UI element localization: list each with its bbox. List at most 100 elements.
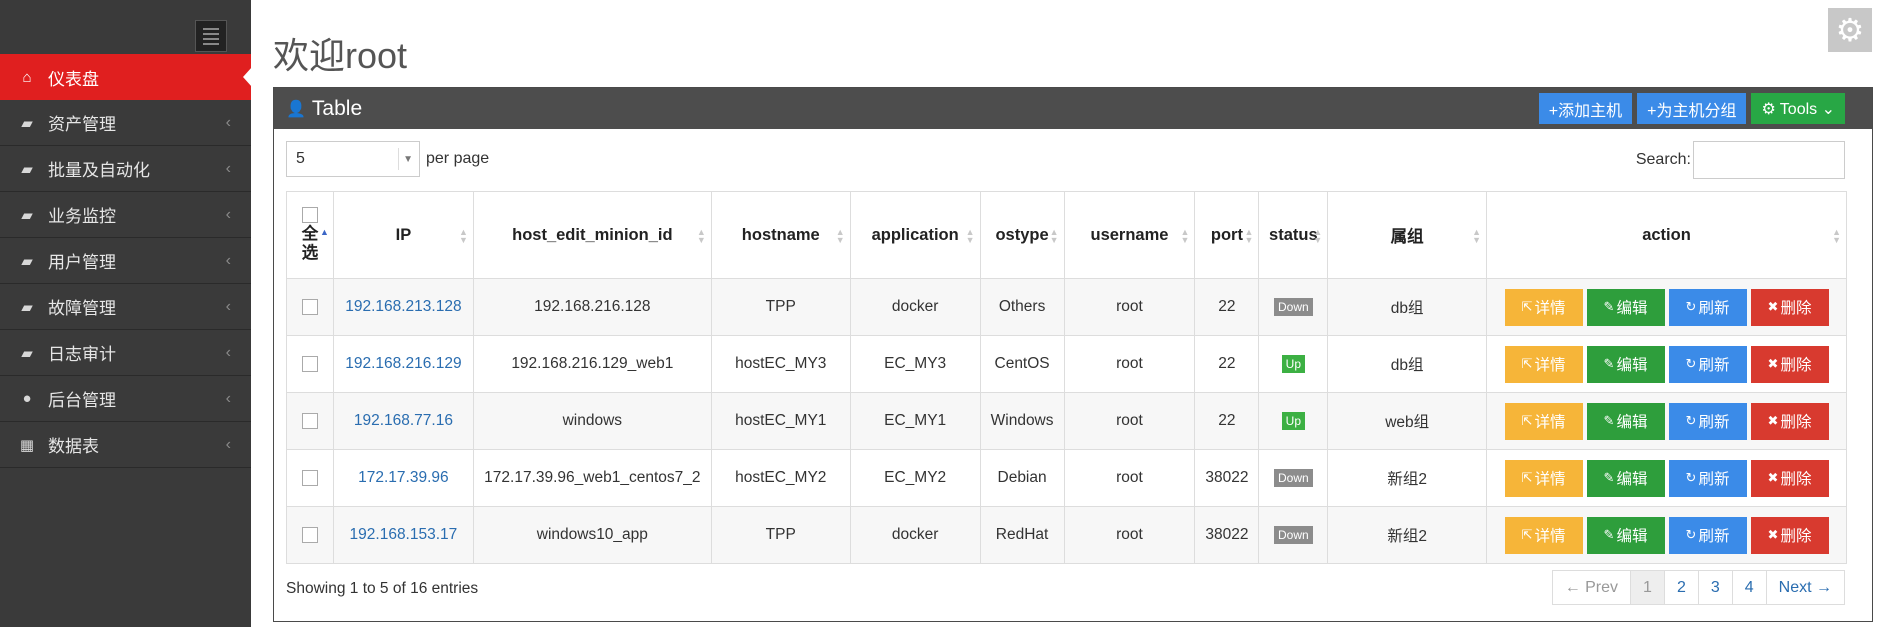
username-cell: root [1063, 392, 1196, 450]
group-host-button[interactable]: +为主机分组 [1637, 93, 1747, 124]
edit-button[interactable]: ✎ 编辑 [1586, 516, 1665, 554]
column-header[interactable]: hostname ▲ ▼ [710, 191, 851, 279]
page-button[interactable]: 3 [1699, 571, 1733, 604]
delete-button[interactable]: ✖ 删除 [1750, 402, 1829, 440]
edit-label: 编辑 [1616, 300, 1648, 317]
add-host-button[interactable]: +添加主机 [1538, 93, 1633, 124]
column-header-label: status [1269, 225, 1318, 244]
edit-label: 编辑 [1616, 471, 1648, 488]
action-cell: ⇱ 详情 ✎ 编辑 ↻ 刷新 ✖ 删除 [1486, 335, 1847, 393]
close-icon: ✖ [1767, 356, 1779, 371]
ip-link[interactable]: 192.168.216.129 [345, 355, 461, 372]
grid-icon: ▦ [19, 436, 35, 454]
refresh-button[interactable]: ↻ 刷新 [1668, 459, 1747, 497]
page-size-value: 5 [296, 150, 305, 167]
group-cell: 新组2 [1327, 506, 1488, 564]
column-header[interactable]: host_edit_minion_id ▲ ▼ [472, 191, 712, 279]
menu-icon-line [203, 37, 219, 40]
row-checkbox[interactable] [301, 355, 318, 372]
sort-icon: ▲ ▼ [1244, 227, 1254, 245]
detail-button[interactable]: ⇱ 详情 [1504, 288, 1583, 326]
page-size-select[interactable]: 5 ▼ [286, 141, 420, 177]
panel-header-buttons: +添加主机 +为主机分组 ⚙ Tools ⌄ [1538, 93, 1845, 124]
column-header[interactable]: port ▲ ▼ [1194, 191, 1260, 279]
hosts-table: 全选 ▲ IP ▲ ▼ host_edit_minion_id ▲ ▼ hostname ▲ ▼ ap… [286, 191, 1847, 564]
refresh-button[interactable]: ↻ 刷新 [1668, 402, 1747, 440]
refresh-icon: ↻ [1685, 527, 1697, 542]
column-header[interactable]: ostype ▲ ▼ [979, 191, 1065, 279]
hostname-cell: hostEC_MY3 [710, 335, 851, 393]
ip-link[interactable]: 192.168.77.16 [354, 412, 453, 429]
delete-label: 删除 [1780, 528, 1812, 545]
page-button[interactable]: 2 [1665, 571, 1699, 604]
refresh-icon: ↻ [1685, 470, 1697, 485]
column-header[interactable]: application ▲ ▼ [849, 191, 981, 279]
tools-dropdown-button[interactable]: ⚙ Tools ⌄ [1751, 93, 1845, 124]
sidebar: ⌂ 仪表盘 ▰ 资产管理 ‹ ▰ 批量及自动化 ‹ ▰ 业务监控 ‹ ▰ 用户管理 ‹ ▰ 故障管理 ‹ ▰ 日志审… [0, 0, 252, 627]
pagination: ← Prev 1 2 3 4 Next → [1551, 570, 1845, 605]
sidebar-item[interactable]: ▰ 日志审计 ‹ [0, 330, 251, 376]
ip-link[interactable]: 192.168.153.17 [350, 526, 458, 543]
sidebar-item[interactable]: ▦ 数据表 ‹ [0, 422, 251, 468]
search-input[interactable] [1693, 141, 1845, 179]
detail-button[interactable]: ⇱ 详情 [1504, 459, 1583, 497]
sidebar-item[interactable]: ▰ 资产管理 ‹ [0, 100, 251, 146]
refresh-button[interactable]: ↻ 刷新 [1668, 288, 1747, 326]
sidebar-item[interactable]: ▰ 批量及自动化 ‹ [0, 146, 251, 192]
detail-button[interactable]: ⇱ 详情 [1504, 345, 1583, 383]
delete-button[interactable]: ✖ 删除 [1750, 345, 1829, 383]
search-label: Search: [1635, 151, 1691, 168]
select-all-header[interactable]: 全选 ▲ [286, 191, 334, 279]
sidebar-item[interactable]: ▰ 业务监控 ‹ [0, 192, 251, 238]
sidebar-item[interactable]: ● 后台管理 ‹ [0, 376, 251, 422]
page-button[interactable]: 1 [1631, 571, 1665, 604]
sort-icon: ▲ ▼ [1180, 227, 1190, 245]
settings-button[interactable]: ⚙ [1828, 8, 1872, 52]
hostname-cell: TPP [710, 506, 851, 564]
sidebar-item[interactable]: ▰ 用户管理 ‹ [0, 238, 251, 284]
edit-button[interactable]: ✎ 编辑 [1586, 288, 1665, 326]
prev-page-button[interactable]: ← Prev [1553, 571, 1632, 604]
sidebar-item[interactable]: ▰ 故障管理 ‹ [0, 284, 251, 330]
sidebar-toggle-button[interactable] [195, 20, 227, 52]
column-header[interactable]: username ▲ ▼ [1063, 191, 1196, 279]
sort-icon: ▲ [320, 227, 329, 237]
row-checkbox[interactable] [301, 412, 318, 429]
page-button[interactable]: 4 [1733, 571, 1767, 604]
ostype-cell: Debian [979, 449, 1065, 507]
refresh-button[interactable]: ↻ 刷新 [1668, 516, 1747, 554]
sidebar-item[interactable]: ⌂ 仪表盘 [0, 54, 252, 100]
row-checkbox[interactable] [301, 469, 318, 486]
next-page-button[interactable]: Next → [1767, 571, 1844, 604]
column-header[interactable]: 属组 ▲ ▼ [1327, 191, 1488, 279]
chevron-left-icon: ‹ [225, 298, 231, 315]
column-header[interactable]: status ▲ ▼ [1258, 191, 1329, 279]
menu-icon-line [203, 27, 219, 30]
delete-button[interactable]: ✖ 删除 [1750, 459, 1829, 497]
column-header[interactable]: IP ▲ ▼ [332, 191, 474, 279]
chevron-left-icon: ‹ [225, 160, 231, 177]
share-icon: ⇱ [1521, 299, 1533, 314]
refresh-button[interactable]: ↻ 刷新 [1668, 345, 1747, 383]
username-cell: root [1063, 506, 1196, 564]
application-cell: docker [849, 506, 981, 564]
row-checkbox[interactable] [301, 526, 318, 543]
chevron-left-icon: ‹ [225, 206, 231, 223]
edit-button[interactable]: ✎ 编辑 [1586, 459, 1665, 497]
cogs-icon: ⚙ [1761, 100, 1776, 118]
detail-button[interactable]: ⇱ 详情 [1504, 516, 1583, 554]
edit-button[interactable]: ✎ 编辑 [1586, 402, 1665, 440]
delete-button[interactable]: ✖ 删除 [1750, 288, 1829, 326]
edit-button[interactable]: ✎ 编辑 [1586, 345, 1665, 383]
row-checkbox[interactable] [301, 298, 318, 315]
detail-button[interactable]: ⇱ 详情 [1504, 402, 1583, 440]
edit-icon: ✎ [1603, 527, 1615, 542]
select-all-checkbox[interactable] [301, 207, 318, 223]
column-header[interactable]: action ▲ ▼ [1486, 191, 1847, 279]
user-icon: 👤 [286, 100, 306, 118]
detail-label: 详情 [1534, 471, 1566, 488]
ip-link[interactable]: 172.17.39.96 [358, 469, 449, 486]
delete-button[interactable]: ✖ 删除 [1750, 516, 1829, 554]
folder-icon: ▰ [21, 298, 33, 316]
ip-link[interactable]: 192.168.213.128 [345, 298, 461, 315]
